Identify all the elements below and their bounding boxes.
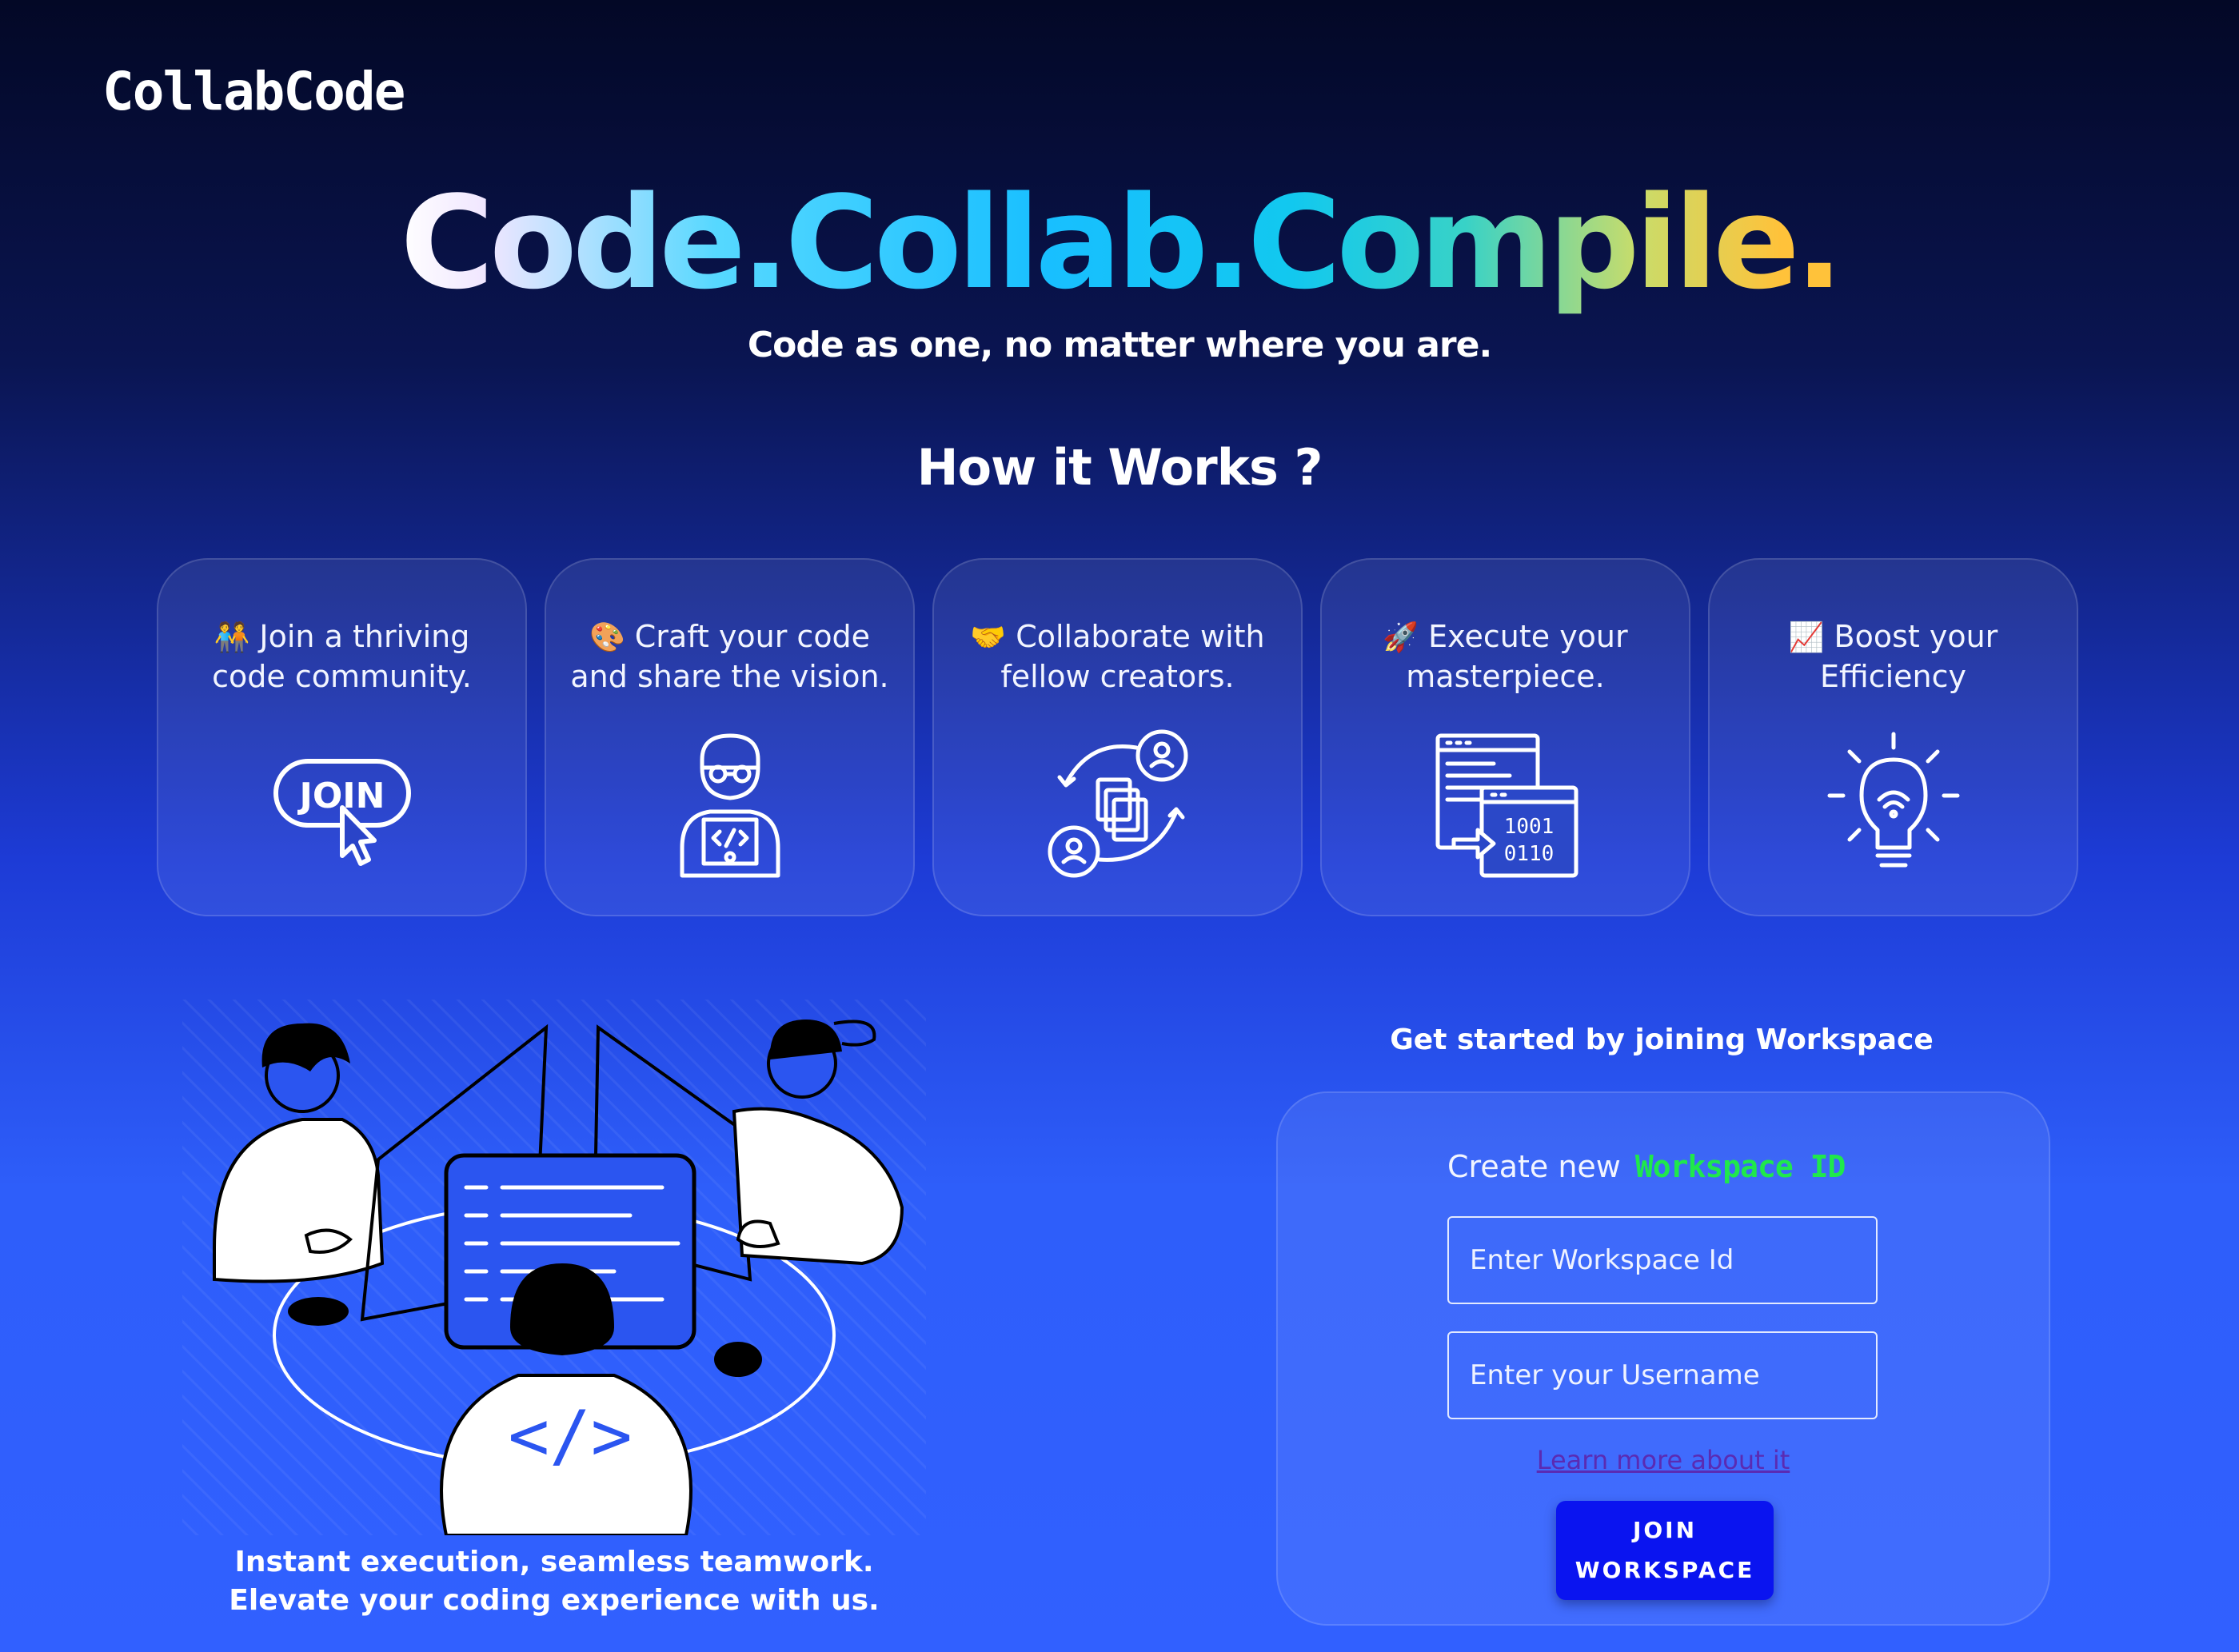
learn-more-link[interactable]: Learn more about it: [1278, 1445, 2049, 1475]
people-emoji-icon: 🧑‍🤝‍🧑: [214, 621, 250, 654]
chart-emoji-icon: 📈: [1788, 621, 1825, 654]
team-coding-illustration: </>: [182, 1000, 926, 1537]
card-text: 🧑‍🤝‍🧑 Join a thriving code community.: [212, 619, 472, 694]
card-text: 📈 Boost your Efficiency: [1788, 619, 1998, 694]
how-it-works-title: How it Works ?: [916, 438, 1323, 497]
create-new-label: Create new: [1447, 1149, 1621, 1184]
rocket-emoji-icon: 🚀: [1383, 621, 1419, 654]
developer-icon: [654, 728, 806, 880]
card-text: 🚀 Execute your masterpiece.: [1383, 619, 1628, 694]
card-boost: 📈 Boost your Efficiency: [1708, 558, 2078, 916]
lightbulb-icon: [1818, 728, 1970, 880]
join-icon: JOIN: [266, 728, 418, 880]
hero-subtitle: Code as one, no matter where you are.: [747, 325, 1492, 365]
username-input[interactable]: [1447, 1331, 1878, 1419]
get-started-heading: Get started by joining Workspace: [1390, 1024, 1934, 1056]
card-join-community: 🧑‍🤝‍🧑 Join a thriving code community. JOI…: [157, 558, 527, 916]
palette-emoji-icon: 🎨: [589, 621, 625, 654]
collaboration-icon: [1042, 728, 1194, 880]
hero-title: Code.Collab.Compile.: [400, 168, 1843, 317]
workspace-id-input[interactable]: [1447, 1216, 1878, 1304]
card-execute: 🚀 Execute your masterpiece. 1001 0110: [1320, 558, 1690, 916]
card-craft-code: 🎨 Craft your code and share the vision.: [545, 558, 915, 916]
card-collaborate: 🤝 Collaborate with fellow creators.: [932, 558, 1303, 916]
svg-text:</>: </>: [508, 1396, 632, 1476]
code-execute-icon: 1001 0110: [1430, 728, 1582, 880]
card-text: 🤝 Collaborate with fellow creators.: [970, 619, 1265, 694]
join-workspace-panel: Create new Workspace ID Learn more about …: [1276, 1091, 2050, 1626]
svg-text:1001: 1001: [1503, 815, 1554, 839]
card-text: 🎨 Craft your code and share the vision.: [570, 619, 889, 694]
join-workspace-button[interactable]: JOIN WORKSPACE: [1556, 1501, 1774, 1600]
create-workspace-id-link[interactable]: Workspace ID: [1635, 1149, 1846, 1184]
create-workspace-row: Create new Workspace ID: [1447, 1149, 1846, 1184]
handshake-emoji-icon: 🤝: [970, 621, 1007, 654]
brand-logo[interactable]: CollabCode: [102, 61, 405, 122]
svg-text:0110: 0110: [1503, 842, 1554, 866]
illustration-caption: Instant execution, seamless teamwork. El…: [229, 1546, 880, 1617]
how-it-works-cards: 🧑‍🤝‍🧑 Join a thriving code community. JOI…: [157, 558, 2078, 916]
